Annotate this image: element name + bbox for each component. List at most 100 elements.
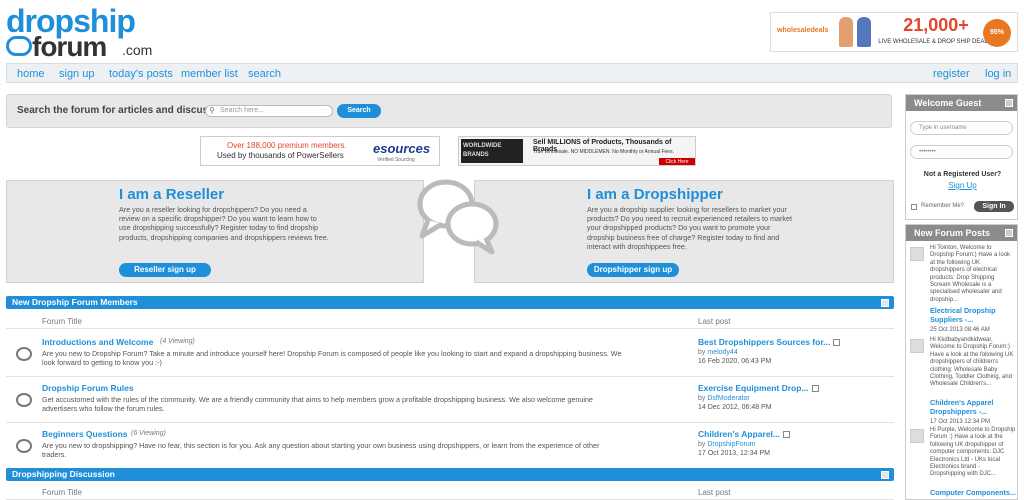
- collapse-icon[interactable]: [881, 299, 889, 307]
- new-posts-box: New Forum Posts Hi Tointon, Welcome to D…: [905, 224, 1018, 500]
- search-input[interactable]: ⚲ Search here...: [205, 105, 333, 117]
- search-label: Search the forum for articles and discus…: [17, 105, 235, 116]
- section-discussion-header: Dropshipping Discussion: [6, 468, 894, 481]
- forum-viewing: (6 Viewing): [131, 430, 166, 437]
- col-last-post: Last post: [698, 317, 731, 326]
- signin-button[interactable]: Sign In: [974, 201, 1014, 212]
- ad-figure-2: [857, 17, 871, 47]
- forum-bubble-icon: [16, 393, 32, 407]
- col-last-post: Last post: [698, 488, 731, 497]
- dropshipper-panel: I am a Dropshipper Are you a dropship su…: [474, 180, 894, 283]
- forum-title[interactable]: Beginners Questions: [42, 429, 128, 439]
- username-input[interactable]: Type in username: [910, 121, 1013, 135]
- reseller-title: I am a Reseller: [119, 186, 225, 203]
- last-post-user[interactable]: DsfModerator: [707, 395, 749, 402]
- top-banner-ad[interactable]: wholesaledeals 21,000+ LIVE WHOLESALE & …: [770, 12, 1018, 52]
- nav-home[interactable]: home: [17, 68, 45, 80]
- goto-post-icon[interactable]: [783, 431, 790, 439]
- nav-todays-posts[interactable]: today's posts: [109, 68, 173, 80]
- welcome-header: Welcome Guest: [906, 95, 1017, 111]
- ad1-line2: Used by thousands of PowerSellers: [217, 151, 344, 160]
- ad2-click-here[interactable]: Click Here: [659, 158, 695, 165]
- forum-row: Introductions and Welcome (4 Viewing) Ar…: [6, 331, 894, 377]
- new-posts-header: New Forum Posts: [906, 225, 1017, 241]
- login-box: Welcome Guest Type in username •••••••• …: [905, 94, 1018, 220]
- last-post-link[interactable]: Exercise Equipment Drop...: [698, 383, 819, 393]
- last-post-user[interactable]: DropshipForum: [707, 441, 755, 448]
- dropshipper-signup-button[interactable]: Dropshipper sign up: [587, 263, 679, 277]
- dropshipper-title: I am a Dropshipper: [587, 186, 723, 203]
- dropshipper-text: Are you a dropship supplier looking for …: [587, 205, 792, 251]
- ad-count: 21,000+: [903, 15, 969, 35]
- last-post-by: by melody44: [698, 349, 738, 356]
- post-date: 25 Oct 2013 08:46 AM: [930, 327, 990, 333]
- site-logo[interactable]: dropship forum .com: [6, 5, 156, 61]
- last-post-title[interactable]: Exercise Equipment Drop...: [698, 383, 809, 393]
- last-post-title[interactable]: Children's Apparel...: [698, 429, 780, 439]
- last-post-by: by DsfModerator: [698, 395, 750, 402]
- welcome-title: Welcome Guest: [914, 98, 982, 108]
- forum-desc: Get accustomed with the rules of the com…: [42, 395, 593, 413]
- remember-label: Remember Me?: [921, 203, 965, 209]
- nav-member-list[interactable]: member list: [181, 68, 238, 80]
- ad1-logo: esources: [373, 141, 431, 156]
- nav-search[interactable]: search: [248, 68, 281, 80]
- main-nav: home sign up today's posts member list s…: [6, 63, 1018, 83]
- collapse-icon[interactable]: [1005, 229, 1013, 237]
- post-excerpt: Hi Tointon, Welcome to Dropship Forum:) …: [930, 245, 1011, 303]
- forum-title[interactable]: Introductions and Welcome: [42, 337, 153, 347]
- last-post-date: 17 Oct 2013, 12:34 PM: [698, 450, 770, 457]
- goto-post-icon[interactable]: [833, 339, 841, 347]
- post-link[interactable]: Computer Components...: [930, 488, 1016, 498]
- worldwide-brands-ad[interactable]: WORLDWIDE BRANDS Sell MILLIONS of Produc…: [458, 136, 696, 166]
- ad1-logo-sub: Verified Sourcing: [377, 157, 415, 163]
- post-link[interactable]: Electrical Dropship Suppliers -...: [930, 306, 1016, 324]
- ad-figure-1: [839, 17, 853, 47]
- last-post-link[interactable]: Children's Apparel...: [698, 429, 790, 439]
- last-post-date: 16 Feb 2020, 06:43 PM: [698, 358, 772, 365]
- remember-checkbox[interactable]: [911, 204, 917, 210]
- forum-search-bar: Search the forum for articles and discus…: [6, 94, 892, 128]
- reseller-signup-button[interactable]: Reseller sign up: [119, 263, 211, 277]
- post-date: 17 Oct 2013 12:34 PM: [930, 419, 991, 425]
- reseller-panel: I am a Reseller Are you a reseller looki…: [6, 180, 424, 283]
- logo-line2: forum: [32, 31, 107, 62]
- nav-register[interactable]: register: [933, 68, 970, 80]
- avatar: [910, 339, 924, 353]
- post-excerpt: Hi Purple, Welcome to Dropship Forum :) …: [930, 427, 1016, 478]
- not-registered-text: Not a Registered User?: [923, 171, 1002, 178]
- section-title: Dropshipping Discussion: [12, 469, 115, 479]
- forum-bubble-icon: [16, 439, 32, 453]
- search-button[interactable]: Search: [337, 104, 381, 118]
- ad1-line1: Over 188,000 premium members.: [227, 141, 347, 150]
- sidebar-signup-link[interactable]: Sign Up: [906, 181, 1019, 190]
- forum-title[interactable]: Dropship Forum Rules: [42, 383, 134, 393]
- search-placeholder: Search here...: [220, 107, 264, 114]
- new-posts-title: New Forum Posts: [914, 228, 991, 238]
- ad-badge: 95%: [983, 19, 1011, 47]
- section-title: New Dropship Forum Members: [12, 297, 138, 307]
- avatar: [910, 247, 924, 261]
- forum-viewing: (4 Viewing): [160, 338, 195, 345]
- col-forum-title: Forum Title: [42, 488, 83, 497]
- password-input[interactable]: ••••••••: [910, 145, 1013, 159]
- nav-login[interactable]: log in: [985, 68, 1011, 80]
- forum-desc: Are you new to Dropship Forum? Take a mi…: [42, 349, 622, 367]
- forum-row: Beginners Questions (6 Viewing) Are you …: [6, 423, 894, 469]
- reseller-text: Are you a reseller looking for dropshipp…: [119, 205, 329, 242]
- forum-row: Dropship Forum Rules Get accustomed with…: [6, 377, 894, 423]
- ad2-brand: WORLDWIDE BRANDS: [461, 139, 523, 163]
- nav-signup[interactable]: sign up: [59, 68, 94, 80]
- last-post-date: 14 Dec 2012, 06:48 PM: [698, 404, 772, 411]
- last-post-title[interactable]: Best Dropshippers Sources for...: [698, 337, 830, 347]
- last-post-link[interactable]: Best Dropshippers Sources for...: [698, 337, 841, 347]
- logo-bubble-icon: [6, 36, 32, 56]
- post-link[interactable]: Children's Apparel Dropshippers -...: [930, 398, 1016, 416]
- search-icon: ⚲: [209, 106, 215, 115]
- collapse-icon[interactable]: [1005, 99, 1013, 107]
- esources-ad[interactable]: Over 188,000 premium members. Used by th…: [200, 136, 440, 166]
- collapse-icon[interactable]: [881, 471, 889, 479]
- goto-post-icon[interactable]: [811, 385, 819, 393]
- last-post-user[interactable]: melody44: [707, 349, 737, 356]
- by-label: by: [698, 395, 706, 402]
